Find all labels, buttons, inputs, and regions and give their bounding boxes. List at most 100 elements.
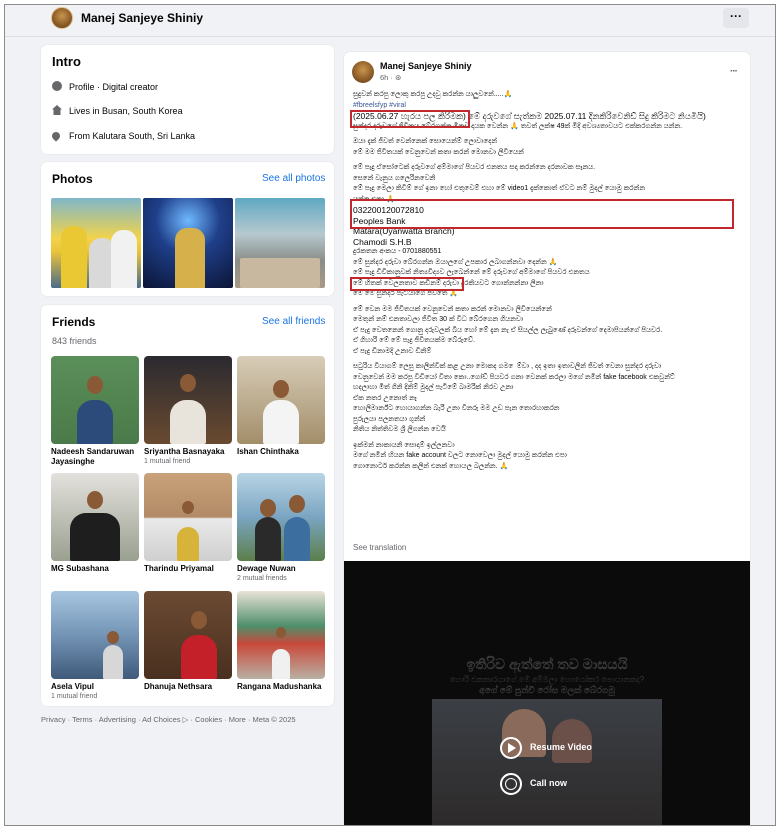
avatar[interactable] [51, 7, 73, 29]
friend-item[interactable]: Asela Vipul 1 mutual friend [51, 591, 139, 702]
friend-name[interactable]: Nadeesh Sandaruwan Jayasinghe [51, 447, 139, 467]
post-text-line: ඉක්මන් නාකායනි සොදාම් ඉල්ලනවා [353, 441, 455, 449]
post-text-line: Chamodi S.H.B [353, 236, 412, 247]
friend-photo[interactable] [51, 473, 139, 561]
friend-item[interactable]: MG Subashana [51, 473, 139, 574]
intro-card: Intro Profile · Digital creator Lives in… [41, 45, 334, 154]
video-subtitle: හොරි එකකාරයාගේ මේ අම්මලා හොයෝකර පොයානකද? [449, 675, 645, 684]
post-text-line: මේ මම ජිවිතයක් වෙනුවෙන් කතා කරන් මොනවා ල… [353, 148, 524, 156]
intro-item-from: From Kalutara South, Sri Lanka [50, 129, 196, 143]
intro-item-text: From Kalutara South, Sri Lanka [69, 131, 196, 141]
post-text-line: සුදුවන් කරපු ලොකු කරපු උදවු කරන්න යාලුවන… [353, 91, 513, 98]
friend-photo[interactable] [51, 356, 139, 444]
profile-header-bar: Manej Sanjeye Shiniy ··· [5, 5, 775, 37]
see-translation-link[interactable]: See translation [353, 543, 406, 552]
photo-thumbnail[interactable] [51, 198, 141, 288]
friend-mutual: 1 mutual friend [51, 693, 98, 700]
globe-icon [500, 772, 522, 795]
intro-item-lives: Lives in Busan, South Korea [52, 104, 183, 118]
friend-item[interactable]: Sriyantha Basnayaka 1 mutual friend [144, 356, 232, 467]
post-text-line: හදලාහා මිත් ගිනි දිනිම් මුදල් පැටිමේ බාම… [353, 384, 514, 391]
friend-name[interactable]: Sriyantha Basnayaka [144, 447, 232, 457]
post-text-line: ඒක නතර උනොත් නෑ [353, 394, 417, 402]
friend-name[interactable]: Dewage Nuwan [237, 564, 325, 574]
friend-photo[interactable] [237, 356, 325, 444]
friend-item[interactable]: Tharindu Priyamal [144, 473, 232, 574]
friends-count: 843 friends [52, 336, 97, 346]
video-subtitle-bold: අගේ මේ පුන්චි රෝස මලක් බේරගමු [479, 685, 615, 695]
post-text-line: සටුරිය වියාගම් ලෙසු කාලින්වීක් කළ උනා මො… [353, 363, 662, 370]
friend-name[interactable]: Tharindu Priyamal [144, 564, 232, 574]
post-more-options-icon[interactable]: ··· [730, 66, 738, 77]
post-text-line: ගොනොර්ට කරන්න කලින් එනක් හොයල බලන්න. 🙏 [353, 462, 509, 470]
friend-name[interactable]: Rangana Madushanka [237, 682, 325, 692]
friends-title: Friends [52, 315, 96, 329]
resume-video-label: Resume Video [530, 742, 592, 752]
friend-photo[interactable] [144, 473, 232, 561]
friends-card: Friends See all friends 843 friends Nade… [41, 305, 334, 706]
photos-title: Photos [52, 172, 93, 186]
friend-photo[interactable] [237, 591, 325, 679]
friend-item[interactable]: Ishan Chinthaka [237, 356, 325, 457]
video-player[interactable]: ඉතිරිව ඇත්තේ තව මාසයයි හොරි එකකාරයාගේ මේ… [344, 561, 750, 825]
resume-video-button[interactable]: Resume Video [500, 735, 592, 759]
post-text-line: ඒ ගිහාරි මේ මේ පැදු ජිවිතයක්ම බේරුවේ. [353, 337, 475, 344]
post-text-line: දුරකතන අංකය - 0701880551 [353, 248, 442, 255]
friend-name[interactable]: Asela Vipul [51, 682, 139, 692]
post-text-line: මගේ නමින් හියන fake account වලට නොවෙලා ම… [353, 452, 567, 459]
friend-mutual: 1 mutual friend [144, 458, 191, 465]
friend-photo[interactable] [237, 473, 325, 561]
post-card: Manej Sanjeye Shiniy 6h · ⊛ ··· සුදුවන් … [344, 52, 750, 825]
post-text-line: මෙතුන් නම් එනතාවලා ජිවිත 30 ක් විධ බේරගෙ… [353, 316, 524, 323]
intro-item-text: Profile · Digital creator [69, 82, 159, 92]
friend-photo[interactable] [51, 591, 139, 679]
intro-title: Intro [52, 54, 81, 69]
highlight-box-phone [350, 277, 464, 291]
home-icon [52, 105, 62, 115]
post-text-line: හොලිමාර්න්ට හොයාගන්න බැරි උනා විනරු මම උ… [353, 405, 560, 412]
intro-item-profile: Profile · Digital creator [52, 80, 158, 94]
friend-item[interactable]: Nadeesh Sandaruwan Jayasinghe [51, 356, 139, 467]
post-text-line: මේ පැදු මෙලා කිවිම් ගේ ඉනා හෝ එතුවෙම් එහ… [353, 185, 645, 192]
friend-name[interactable]: Ishan Chinthaka [237, 447, 325, 457]
post-text-line: ඒ පැදු වෙතනෙන් ගොනු දරුවලක් බිය හෝ මේ දැ… [353, 326, 663, 334]
video-thumbnail [432, 699, 662, 825]
post-text-line: සෙනේ වැනුය ගලෙරිනවෙනි [353, 174, 436, 182]
photo-thumbnail[interactable] [235, 198, 325, 288]
post-text-line: මේ පැදු ඒසෝටෙක් දරුවගේ අම්මාගේ පියවර එනත… [353, 164, 596, 171]
friend-name[interactable]: Dhanuja Nethsara [144, 682, 232, 692]
post-author-avatar[interactable] [352, 61, 374, 83]
screenshot-frame: Manej Sanjeye Shiniy ··· Intro Profile ·… [4, 4, 776, 826]
info-icon [52, 81, 62, 91]
play-icon [500, 736, 522, 759]
photo-thumbnail[interactable] [143, 198, 233, 288]
location-pin-icon [50, 130, 62, 142]
post-text-line: වෙනුවෙන් මම කරපු වීඩියෝ විතා කො..ගෝඩ් පි… [353, 373, 675, 381]
post-text-line: නිතිය නිත්තිවම ශ්‍රී ලිගන්න වෙයි [353, 426, 446, 433]
friend-item[interactable]: Rangana Madushanka [237, 591, 325, 692]
highlight-box-request [350, 199, 734, 229]
see-all-photos-link[interactable]: See all photos [262, 173, 325, 184]
friend-name[interactable]: MG Subashana [51, 564, 139, 574]
post-text-line: පුරුලයා පලනතයා ගුන්න් [353, 415, 426, 423]
post-timestamp[interactable]: 6h · ⊛ [380, 73, 401, 82]
post-text-line: මේ වෙන මම ජිවිතයක් වෙනුවෙන් කතා කරන් මොන… [353, 305, 552, 313]
profile-name[interactable]: Manej Sanjeye Shiniy [81, 11, 203, 25]
highlight-box-date [350, 110, 470, 128]
post-author-name[interactable]: Manej Sanjeye Shiniy [380, 61, 472, 71]
post-text-line: ඔයා දැක් ජිවත් වෙන්නෙක් සොයෙන්ම් ලොවාදෙන… [353, 138, 498, 145]
post-text-line: ඒ පැදු ඩිනාමදි උනාව ඩිනිම් [353, 347, 432, 355]
footer-links[interactable]: Privacy · Terms · Advertising · Ad Choic… [41, 715, 296, 724]
more-options-button[interactable]: ··· [723, 8, 749, 28]
call-now-button[interactable]: Call now [500, 771, 567, 795]
friend-item[interactable]: Dhanuja Nethsara [144, 591, 232, 692]
see-all-friends-link[interactable]: See all friends [262, 316, 325, 327]
video-title: ඉතිරිව ඇත්තේ තව මාසයයි [466, 656, 628, 672]
post-text-line: මේ සුන්දර දරුවා බේරගන්න ඔයාලගේ උපකාර ලබා… [353, 258, 558, 266]
friend-photo[interactable] [144, 356, 232, 444]
friend-mutual: 2 mutual friends [237, 575, 287, 582]
friend-photo[interactable] [144, 591, 232, 679]
intro-item-text: Lives in Busan, South Korea [69, 106, 183, 116]
photos-card: Photos See all photos [41, 162, 334, 296]
friend-item[interactable]: Dewage Nuwan 2 mutual friends [237, 473, 325, 584]
